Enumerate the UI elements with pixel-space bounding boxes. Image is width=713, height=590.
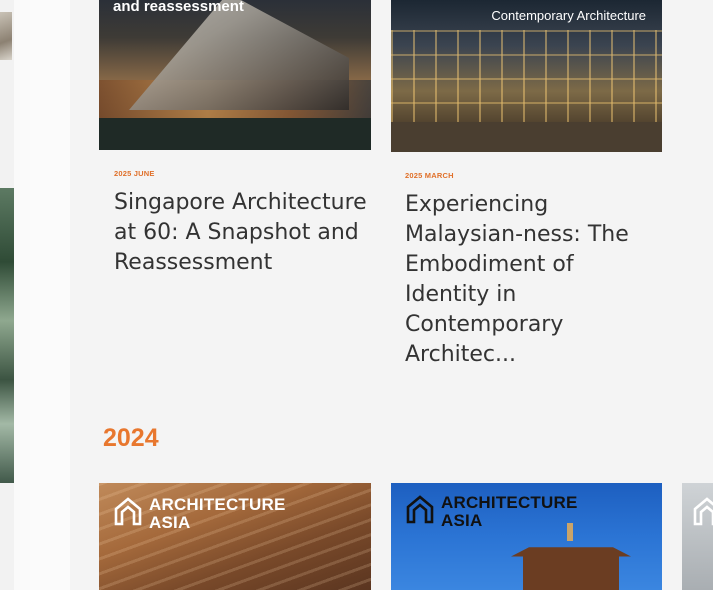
architecture-asia-logo-icon: [114, 497, 142, 526]
architecture-asia-logo: ARCHITECTURE ASIA: [405, 494, 578, 530]
left-cropped-thumbnail[interactable]: [0, 12, 12, 60]
magazine-cover-thumbnail[interactable]: ARCHITECTURE ASIA: [391, 483, 662, 590]
article-thumbnail-singapore[interactable]: and reassessment: [99, 0, 371, 150]
magazine-cover-thumbnail-partial[interactable]: [682, 483, 713, 590]
thumbnail-overlay-title: and reassessment: [113, 0, 244, 15]
architecture-asia-logo-icon: [406, 495, 434, 524]
side-panel: [30, 0, 70, 590]
logo-text-line1: ARCHITECTURE: [441, 493, 578, 512]
image-decor: [129, 0, 349, 110]
article-title[interactable]: Singapore Architecture at 60: A Snapshot…: [114, 188, 369, 278]
left-cropped-thumbnail-2[interactable]: [0, 188, 14, 483]
year-heading: 2024: [103, 424, 159, 452]
article-thumbnail-malaysian-ness[interactable]: Contemporary Architecture: [391, 0, 662, 152]
logo-text-line2: ASIA: [441, 511, 483, 530]
architecture-asia-logo-icon: [693, 497, 713, 526]
thumbnail-overlay-title: Contemporary Architecture: [491, 8, 646, 23]
article-date: 2025 MARCH: [405, 171, 454, 180]
image-decor: [391, 122, 662, 152]
logo-text-line1: ARCHITECTURE: [149, 495, 286, 514]
magazine-cover-thumbnail[interactable]: ARCHITECTURE ASIA: [99, 483, 371, 590]
image-decor: [391, 30, 662, 130]
gutter: [14, 0, 30, 590]
article-title[interactable]: Experiencing Malaysian-ness: The Embodim…: [405, 190, 660, 370]
logo-text-line2: ASIA: [149, 513, 191, 532]
image-decor: [99, 118, 371, 150]
article-date: 2025 JUNE: [114, 169, 155, 178]
architecture-asia-logo: ARCHITECTURE ASIA: [113, 496, 286, 532]
